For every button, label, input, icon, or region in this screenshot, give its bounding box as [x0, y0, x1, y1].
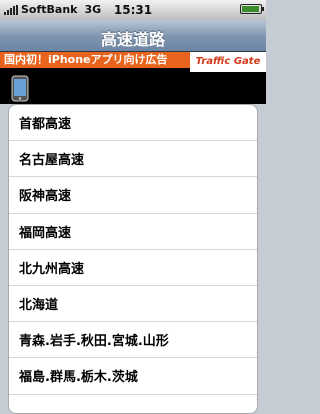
navigation-bar: 高速道路	[0, 20, 266, 52]
list-item[interactable]: 福島.群馬.栃木.茨城	[9, 358, 257, 395]
clock: 15:31	[113, 3, 153, 17]
list-item[interactable]: 北九州高速	[9, 250, 257, 286]
iphone-icon	[11, 75, 29, 102]
highway-list: 首都高速 名古屋高速 阪神高速 福岡高速 北九州高速 北海道 青森.岩手.秋田.…	[8, 104, 258, 414]
battery-icon	[240, 4, 264, 14]
page-title: 高速道路	[100, 30, 165, 49]
traffic-gate-logo: Traffic Gate	[190, 52, 266, 72]
list-item[interactable]: 福岡高速	[9, 214, 257, 250]
ad-headline: 国内初！iPhoneアプリ向け広告	[0, 52, 190, 68]
list-item[interactable]: 阪神高速	[9, 177, 257, 214]
status-bar: SoftBank 3G 15:31	[0, 0, 266, 20]
list-item[interactable]: 北海道	[9, 286, 257, 323]
list-item[interactable]: 青森.岩手.秋田.宮城.山形	[9, 322, 257, 359]
ad-banner[interactable]: 国内初！iPhoneアプリ向け広告 Traffic Gate	[0, 52, 266, 104]
list-item[interactable]: 名古屋高速	[9, 141, 257, 178]
list-item[interactable]: 首都高速	[9, 105, 257, 142]
